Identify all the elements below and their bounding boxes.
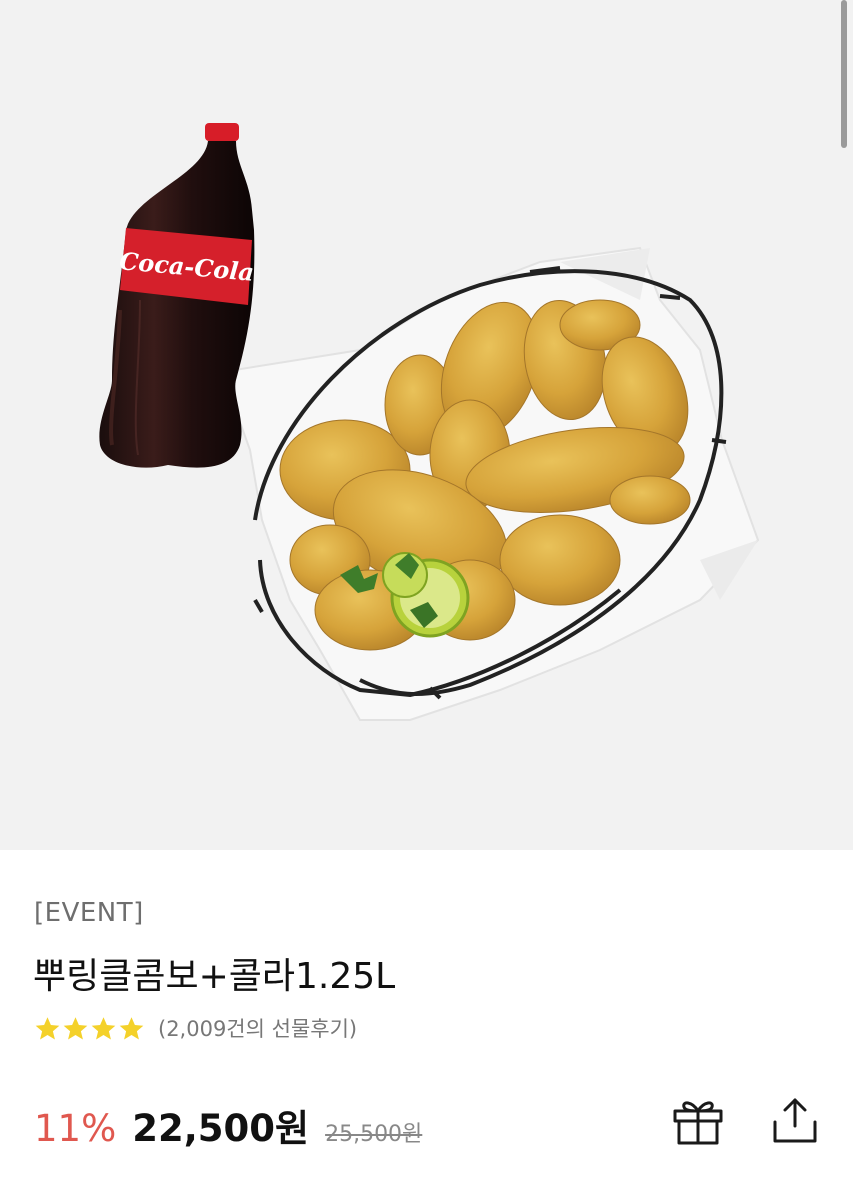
product-title: 뿌링클콤보+콜라1.25L <box>33 956 396 997</box>
original-price: 25,500원 <box>325 1122 423 1147</box>
product-illustration: Coca-Cola <box>99 123 760 721</box>
rating[interactable]: (2,009건의 선물후기) <box>34 1013 357 1043</box>
price-row: 11% 22,500원 25,500원 <box>34 1098 422 1152</box>
review-count[interactable]: (2,009건의 선물후기) <box>158 1013 357 1043</box>
star-icon <box>91 1016 116 1040</box>
star-icon <box>119 1016 144 1040</box>
star-icon <box>63 1016 88 1040</box>
share-button[interactable] <box>770 1096 820 1144</box>
cola-bottle: Coca-Cola <box>99 123 255 468</box>
gift-button[interactable] <box>672 1097 724 1145</box>
sale-price: 22,500원 <box>132 1107 310 1150</box>
event-tag: [EVENT] <box>34 898 144 928</box>
star-icon <box>35 1016 60 1040</box>
gift-icon <box>673 1101 723 1145</box>
star-rating <box>34 1015 146 1042</box>
product-image[interactable]: Coca-Cola <box>0 0 853 850</box>
product-info: [EVENT] 뿌링클콤보+콜라1.25L (2,009건의 선물후기) 11%… <box>0 850 853 1200</box>
scrollbar[interactable] <box>841 0 847 148</box>
share-icon <box>773 1098 817 1143</box>
discount-rate: 11% <box>34 1107 117 1150</box>
